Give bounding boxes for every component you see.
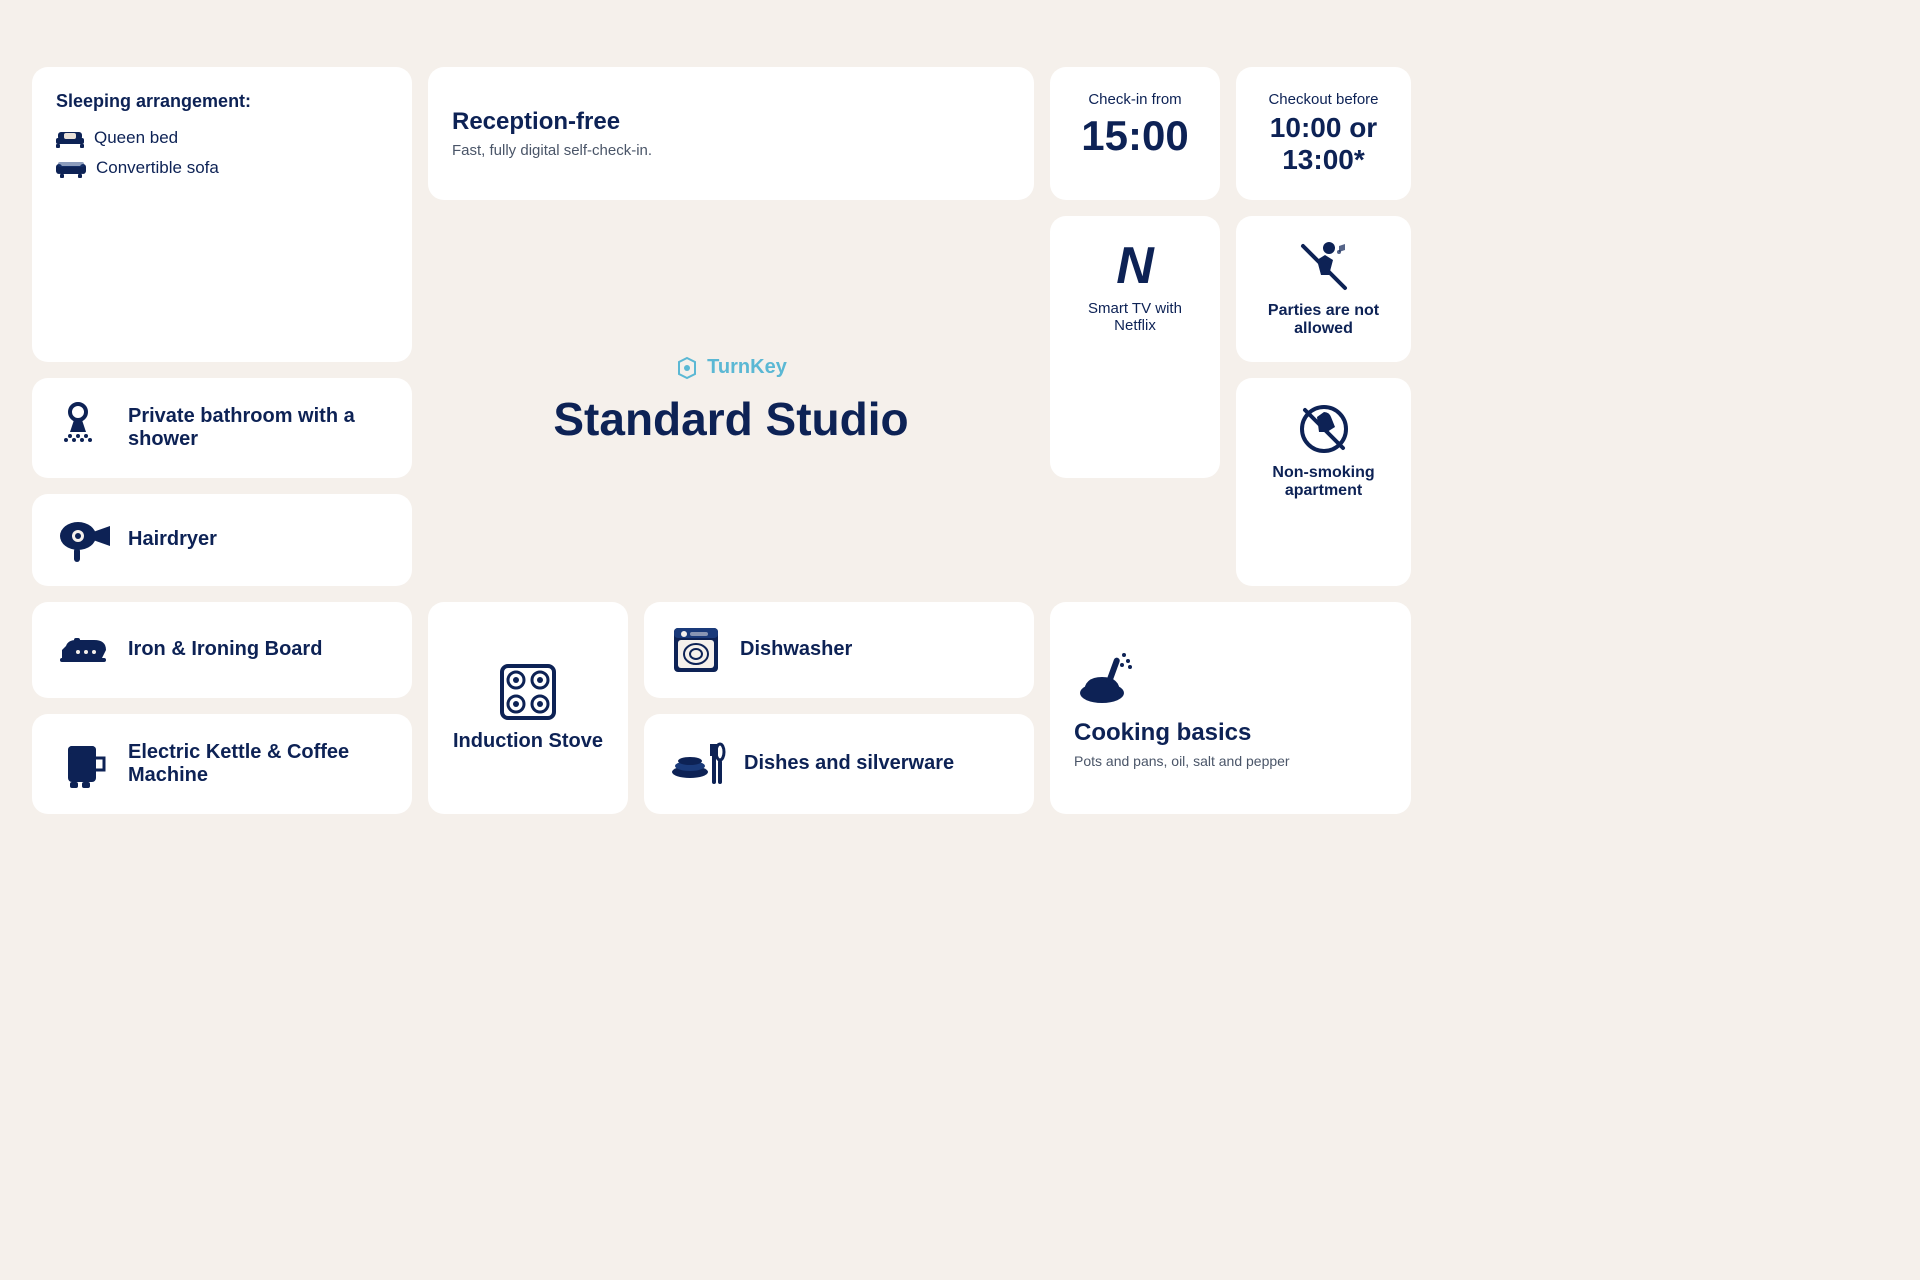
cooking-icon-container: [1074, 647, 1134, 707]
tv-label: Smart TV with Netflix: [1074, 300, 1196, 334]
parties-icon-container: [1260, 240, 1387, 294]
hairdryer-icon: [58, 518, 110, 562]
dishwasher-card: Dishwasher: [644, 602, 1034, 698]
tv-card: N Smart TV with Netflix: [1050, 216, 1220, 478]
sleeping-title: Sleeping arrangement:: [56, 91, 388, 112]
brand-name: TurnKey: [707, 356, 787, 379]
reception-card: Reception-free Fast, fully digital self-…: [428, 67, 1034, 200]
sleeping-item-bed: Queen bed: [56, 128, 388, 148]
kettle-card: Electric Kettle & Coffee Machine: [32, 714, 412, 814]
sleeping-item-sofa: Convertible sofa: [56, 158, 388, 178]
stove-icon: [498, 662, 558, 722]
turnkey-logo-icon: [675, 356, 699, 380]
dishwasher-icon-area: [668, 626, 724, 674]
checkout-card: Checkout before 10:00 or 13:00*: [1236, 67, 1411, 200]
dishwasher-label: Dishwasher: [740, 638, 852, 661]
hairdryer-icon-area: [56, 518, 112, 562]
smoking-icon-container: [1260, 402, 1387, 456]
bathroom-card: Private bathroom with a shower: [32, 378, 412, 478]
no-party-icon: [1297, 240, 1351, 294]
reception-subtitle: Fast, fully digital self-check-in.: [452, 142, 652, 159]
stove-icon-container: [498, 662, 558, 722]
checkout-label: Checkout before: [1260, 91, 1387, 108]
dishes-label: Dishes and silverware: [744, 752, 954, 775]
brand-area: TurnKey Standard Studio: [428, 216, 1034, 586]
smoking-card: Non-smoking apartment: [1236, 378, 1411, 586]
cooking-label: Cooking basics: [1074, 719, 1251, 747]
sleeping-card: Sleeping arrangement: Queen bed Converti…: [32, 67, 412, 362]
kettle-icon: [60, 738, 108, 790]
sleeping-bed-label: Queen bed: [94, 128, 178, 148]
checkout-time: 10:00 or 13:00*: [1260, 112, 1387, 176]
iron-card: Iron & Ironing Board: [32, 602, 412, 698]
sleeping-sofa-label: Convertible sofa: [96, 158, 219, 178]
dishes-icon-area: [668, 740, 728, 788]
cooking-icon: [1074, 647, 1134, 707]
hairdryer-card: Hairdryer: [32, 494, 412, 586]
checkin-card: Check-in from 15:00: [1050, 67, 1220, 200]
checkin-label: Check-in from: [1074, 91, 1196, 108]
stove-label: Induction Stove: [453, 730, 603, 753]
netflix-n: N: [1074, 240, 1196, 292]
bed-icon: [56, 128, 84, 148]
kettle-row: Electric Kettle & Coffee Machine: [56, 738, 388, 790]
sofa-icon: [56, 158, 86, 178]
smoking-label: Non-smoking apartment: [1260, 464, 1387, 500]
bathroom-label: Private bathroom with a shower: [128, 405, 388, 451]
dishwasher-icon: [670, 626, 722, 674]
iron-label: Iron & Ironing Board: [128, 638, 322, 661]
hairdryer-label: Hairdryer: [128, 528, 217, 551]
reception-title: Reception-free: [452, 108, 652, 136]
parties-card: Parties are not allowed: [1236, 216, 1411, 362]
dishes-card: Dishes and silverware: [644, 714, 1034, 814]
stove-card: Induction Stove: [428, 602, 628, 814]
iron-icon: [58, 628, 110, 672]
kettle-icon-area: [56, 738, 112, 790]
cooking-card: Cooking basics Pots and pans, oil, salt …: [1050, 602, 1411, 814]
no-smoking-icon: [1297, 402, 1351, 456]
shower-icon: [60, 402, 108, 454]
brand-title: Standard Studio: [553, 392, 908, 446]
parties-label: Parties are not allowed: [1260, 302, 1387, 338]
reception-content: Reception-free Fast, fully digital self-…: [452, 108, 652, 159]
kettle-label: Electric Kettle & Coffee Machine: [128, 741, 388, 787]
cooking-sublabel: Pots and pans, oil, salt and pepper: [1074, 753, 1290, 769]
checkin-time: 15:00: [1074, 112, 1196, 160]
dishes-icon: [668, 740, 728, 788]
bathroom-icon-area: [56, 402, 112, 454]
brand-logo: TurnKey: [675, 356, 787, 380]
main-grid: Sleeping arrangement: Queen bed Converti…: [32, 67, 1334, 814]
iron-icon-area: [56, 628, 112, 672]
